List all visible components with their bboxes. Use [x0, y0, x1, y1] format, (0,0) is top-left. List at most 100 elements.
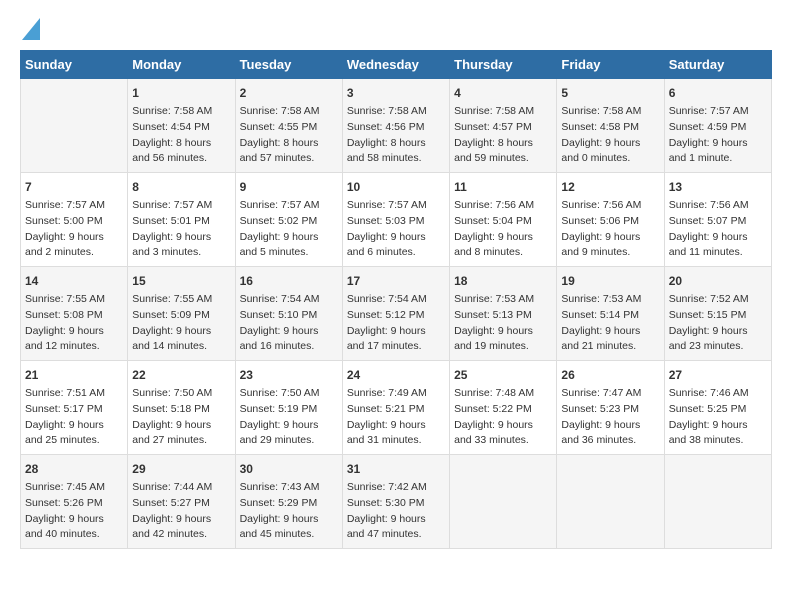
day-number: 21 [25, 366, 123, 384]
day-number: 18 [454, 272, 552, 290]
calendar-cell: 28Sunrise: 7:45 AMSunset: 5:26 PMDayligh… [21, 455, 128, 549]
calendar-cell: 7Sunrise: 7:57 AMSunset: 5:00 PMDaylight… [21, 173, 128, 267]
calendar-cell: 17 Sunrise: 7:54 AMSunset: 5:12 PMDayligh… [342, 267, 449, 361]
cell-info: Sunrise: 7:57 AMSunset: 5:02 PMDaylight:… [240, 198, 338, 261]
calendar-cell: 19 Sunrise: 7:53 AMSunset: 5:14 PMDayligh… [557, 267, 664, 361]
calendar-cell: 2 Sunrise: 7:58 AMSunset: 4:55 PMDaylight… [235, 79, 342, 173]
cell-info: Sunrise: 7:54 AMSunset: 5:12 PMDaylight:… [347, 292, 445, 355]
day-number: 9 [240, 178, 338, 196]
column-header-thursday: Thursday [450, 51, 557, 79]
cell-info: Sunrise: 7:51 AMSunset: 5:17 PMDaylight:… [25, 386, 123, 449]
day-number: 20 [669, 272, 767, 290]
day-number: 24 [347, 366, 445, 384]
calendar-cell: 26 Sunrise: 7:47 AMSunset: 5:23 PMDayligh… [557, 361, 664, 455]
day-number: 30 [240, 460, 338, 478]
cell-info: Sunrise: 7:58 AMSunset: 4:58 PMDaylight:… [561, 104, 659, 167]
page-header [20, 20, 772, 40]
logo [20, 20, 40, 40]
cell-info: Sunrise: 7:58 AMSunset: 4:54 PMDaylight:… [132, 104, 230, 167]
day-number: 1 [132, 84, 230, 102]
calendar-cell: 29 Sunrise: 7:44 AMSunset: 5:27 PMDayligh… [128, 455, 235, 549]
cell-info: Sunrise: 7:58 AMSunset: 4:57 PMDaylight:… [454, 104, 552, 167]
day-number: 8 [132, 178, 230, 196]
calendar-week-row: 7Sunrise: 7:57 AMSunset: 5:00 PMDaylight… [21, 173, 772, 267]
column-header-sunday: Sunday [21, 51, 128, 79]
calendar-cell: 6Sunrise: 7:57 AMSunset: 4:59 PMDaylight… [664, 79, 771, 173]
column-header-tuesday: Tuesday [235, 51, 342, 79]
day-number: 12 [561, 178, 659, 196]
column-header-saturday: Saturday [664, 51, 771, 79]
calendar-cell: 3 Sunrise: 7:58 AMSunset: 4:56 PMDaylight… [342, 79, 449, 173]
day-number: 5 [561, 84, 659, 102]
calendar-week-row: 1 Sunrise: 7:58 AMSunset: 4:54 PMDaylight… [21, 79, 772, 173]
cell-info: Sunrise: 7:50 AMSunset: 5:19 PMDaylight:… [240, 386, 338, 449]
calendar-cell: 14 Sunrise: 7:55 AMSunset: 5:08 PMDayligh… [21, 267, 128, 361]
day-number: 19 [561, 272, 659, 290]
calendar-week-row: 21 Sunrise: 7:51 AMSunset: 5:17 PMDayligh… [21, 361, 772, 455]
column-header-monday: Monday [128, 51, 235, 79]
column-header-wednesday: Wednesday [342, 51, 449, 79]
calendar-cell: 21 Sunrise: 7:51 AMSunset: 5:17 PMDayligh… [21, 361, 128, 455]
day-number: 14 [25, 272, 123, 290]
calendar-cell: 24Sunrise: 7:49 AMSunset: 5:21 PMDayligh… [342, 361, 449, 455]
logo-bird-icon [22, 18, 40, 40]
cell-info: Sunrise: 7:53 AMSunset: 5:13 PMDaylight:… [454, 292, 552, 355]
calendar-cell: 31Sunrise: 7:42 AMSunset: 5:30 PMDayligh… [342, 455, 449, 549]
day-number: 13 [669, 178, 767, 196]
calendar-table: SundayMondayTuesdayWednesdayThursdayFrid… [20, 50, 772, 549]
calendar-cell [557, 455, 664, 549]
calendar-cell: 12 Sunrise: 7:56 AMSunset: 5:06 PMDayligh… [557, 173, 664, 267]
day-number: 6 [669, 84, 767, 102]
calendar-cell: 27 Sunrise: 7:46 AMSunset: 5:25 PMDayligh… [664, 361, 771, 455]
cell-info: Sunrise: 7:56 AMSunset: 5:04 PMDaylight:… [454, 198, 552, 261]
calendar-cell: 5 Sunrise: 7:58 AMSunset: 4:58 PMDaylight… [557, 79, 664, 173]
cell-info: Sunrise: 7:44 AMSunset: 5:27 PMDaylight:… [132, 480, 230, 543]
day-number: 2 [240, 84, 338, 102]
calendar-cell: 11 Sunrise: 7:56 AMSunset: 5:04 PMDayligh… [450, 173, 557, 267]
cell-info: Sunrise: 7:46 AMSunset: 5:25 PMDaylight:… [669, 386, 767, 449]
day-number: 22 [132, 366, 230, 384]
cell-info: Sunrise: 7:57 AMSunset: 5:00 PMDaylight:… [25, 198, 123, 261]
cell-info: Sunrise: 7:45 AMSunset: 5:26 PMDaylight:… [25, 480, 123, 543]
calendar-cell: 22 Sunrise: 7:50 AMSunset: 5:18 PMDayligh… [128, 361, 235, 455]
day-number: 10 [347, 178, 445, 196]
calendar-cell: 8 Sunrise: 7:57 AMSunset: 5:01 PMDaylight… [128, 173, 235, 267]
cell-info: Sunrise: 7:48 AMSunset: 5:22 PMDaylight:… [454, 386, 552, 449]
cell-info: Sunrise: 7:52 AMSunset: 5:15 PMDaylight:… [669, 292, 767, 355]
day-number: 26 [561, 366, 659, 384]
day-number: 16 [240, 272, 338, 290]
cell-info: Sunrise: 7:57 AMSunset: 5:01 PMDaylight:… [132, 198, 230, 261]
calendar-cell: 20 Sunrise: 7:52 AMSunset: 5:15 PMDayligh… [664, 267, 771, 361]
calendar-week-row: 14 Sunrise: 7:55 AMSunset: 5:08 PMDayligh… [21, 267, 772, 361]
day-number: 3 [347, 84, 445, 102]
day-number: 15 [132, 272, 230, 290]
cell-info: Sunrise: 7:58 AMSunset: 4:55 PMDaylight:… [240, 104, 338, 167]
cell-info: Sunrise: 7:57 AMSunset: 5:03 PMDaylight:… [347, 198, 445, 261]
calendar-cell: 16Sunrise: 7:54 AMSunset: 5:10 PMDayligh… [235, 267, 342, 361]
cell-info: Sunrise: 7:56 AMSunset: 5:06 PMDaylight:… [561, 198, 659, 261]
calendar-cell: 4 Sunrise: 7:58 AMSunset: 4:57 PMDaylight… [450, 79, 557, 173]
calendar-cell: 9 Sunrise: 7:57 AMSunset: 5:02 PMDaylight… [235, 173, 342, 267]
calendar-cell: 30 Sunrise: 7:43 AMSunset: 5:29 PMDayligh… [235, 455, 342, 549]
calendar-week-row: 28Sunrise: 7:45 AMSunset: 5:26 PMDayligh… [21, 455, 772, 549]
cell-info: Sunrise: 7:47 AMSunset: 5:23 PMDaylight:… [561, 386, 659, 449]
calendar-cell: 13Sunrise: 7:56 AMSunset: 5:07 PMDayligh… [664, 173, 771, 267]
cell-info: Sunrise: 7:53 AMSunset: 5:14 PMDaylight:… [561, 292, 659, 355]
day-number: 17 [347, 272, 445, 290]
day-number: 27 [669, 366, 767, 384]
calendar-cell [664, 455, 771, 549]
cell-info: Sunrise: 7:55 AMSunset: 5:09 PMDaylight:… [132, 292, 230, 355]
cell-info: Sunrise: 7:50 AMSunset: 5:18 PMDaylight:… [132, 386, 230, 449]
calendar-cell: 18 Sunrise: 7:53 AMSunset: 5:13 PMDayligh… [450, 267, 557, 361]
cell-info: Sunrise: 7:43 AMSunset: 5:29 PMDaylight:… [240, 480, 338, 543]
column-header-friday: Friday [557, 51, 664, 79]
calendar-cell: 1 Sunrise: 7:58 AMSunset: 4:54 PMDaylight… [128, 79, 235, 173]
day-number: 23 [240, 366, 338, 384]
day-number: 4 [454, 84, 552, 102]
calendar-cell: 23 Sunrise: 7:50 AMSunset: 5:19 PMDayligh… [235, 361, 342, 455]
cell-info: Sunrise: 7:55 AMSunset: 5:08 PMDaylight:… [25, 292, 123, 355]
day-number: 29 [132, 460, 230, 478]
cell-info: Sunrise: 7:58 AMSunset: 4:56 PMDaylight:… [347, 104, 445, 167]
day-number: 11 [454, 178, 552, 196]
day-number: 25 [454, 366, 552, 384]
